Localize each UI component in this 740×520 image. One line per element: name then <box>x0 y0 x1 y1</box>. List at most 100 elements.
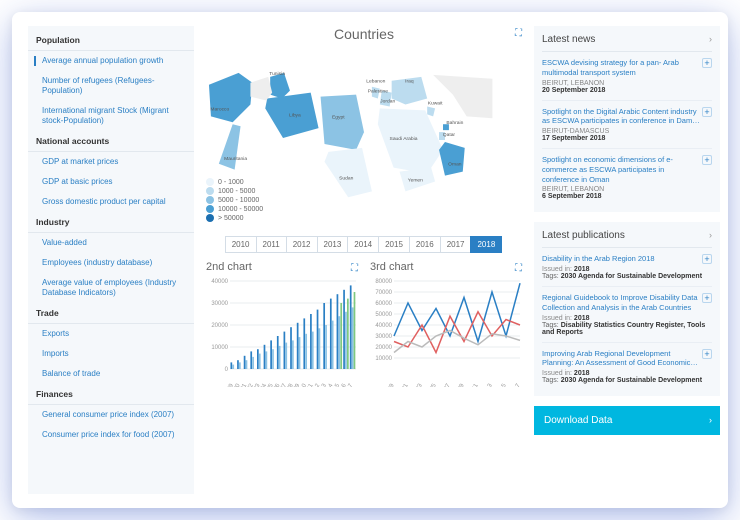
news-link[interactable]: ESCWA devising strategy for a pan- Arab … <box>542 58 712 78</box>
svg-text:60000: 60000 <box>375 301 392 307</box>
sidebar-item[interactable]: Number of refugees (Refugees-Population) <box>28 71 194 101</box>
sidebar-group-header: National accounts <box>28 131 194 152</box>
svg-text:0: 0 <box>225 367 229 373</box>
sidebar-item[interactable]: Average value of employees (Industry Dat… <box>28 273 194 303</box>
legend-label: 1000 - 5000 <box>218 188 255 195</box>
svg-text:Qatar: Qatar <box>443 132 456 138</box>
sidebar-item[interactable]: Value-added <box>28 233 194 253</box>
plus-icon[interactable]: + <box>702 155 712 165</box>
year-button[interactable]: 2012 <box>286 236 318 253</box>
svg-text:40000: 40000 <box>375 323 392 329</box>
svg-text:Yemen: Yemen <box>408 177 423 183</box>
svg-text:70000: 70000 <box>375 290 392 296</box>
expand-icon[interactable]: ⛶ <box>515 263 522 274</box>
svg-text:Kuwait: Kuwait <box>428 100 443 106</box>
svg-text:2015: 2015 <box>496 382 508 387</box>
svg-text:20000: 20000 <box>211 323 228 329</box>
svg-text:30000: 30000 <box>375 334 392 340</box>
chevron-right-icon[interactable]: › <box>709 34 712 44</box>
chevron-right-icon[interactable]: › <box>709 230 712 240</box>
sidebar: PopulationAverage annual population grow… <box>28 26 194 494</box>
plus-icon[interactable]: + <box>702 349 712 359</box>
sidebar-item[interactable]: Consumer price index for food (2007) <box>28 425 194 445</box>
year-button[interactable]: 2017 <box>440 236 472 253</box>
svg-text:2011: 2011 <box>468 382 480 387</box>
news-link[interactable]: Spotlight on economic dimensions of e-co… <box>542 155 712 184</box>
sidebar-item[interactable]: Imports <box>28 344 194 364</box>
publication-item: +Disability in the Arab Region 2018Issue… <box>542 248 712 287</box>
plus-icon[interactable]: + <box>702 293 712 303</box>
svg-text:Oman: Oman <box>448 162 462 168</box>
svg-text:Iraq: Iraq <box>405 79 414 85</box>
pubs-title: Latest publications› <box>542 228 712 248</box>
sidebar-item[interactable]: General consumer price index (2007) <box>28 405 194 425</box>
legend-swatch <box>206 187 214 195</box>
sidebar-group-header: Finances <box>28 384 194 405</box>
sidebar-item[interactable]: Exports <box>28 324 194 344</box>
year-button[interactable]: 2014 <box>347 236 379 253</box>
year-button[interactable]: 2018 <box>470 236 502 253</box>
publication-link[interactable]: Improving Arab Regional Development Plan… <box>542 349 712 369</box>
publication-link[interactable]: Regional Guidebook to Improve Disability… <box>542 293 712 313</box>
svg-text:10000: 10000 <box>375 356 392 362</box>
news-item: +Spotlight on the Digital Arabic Content… <box>542 101 712 150</box>
publications-panel: Latest publications› +Disability in the … <box>534 222 720 396</box>
sidebar-item[interactable]: Gross domestic product per capital <box>28 192 194 212</box>
news-meta: BEIRUT-DAMASCUS17 September 2018 <box>542 128 712 142</box>
sidebar-item[interactable]: GDP at market prices <box>28 152 194 172</box>
sidebar-group-header: Trade <box>28 303 194 324</box>
svg-text:Bahrain: Bahrain <box>446 120 463 126</box>
chart-3-canvas: 1000020000300004000050000600007000080000… <box>370 277 522 387</box>
legend-label: 0 - 1000 <box>218 179 244 186</box>
expand-icon[interactable]: ⛶ <box>515 28 522 39</box>
publication-link[interactable]: Disability in the Arab Region 2018 <box>542 254 712 264</box>
year-selector: 201020112012201320142015201620172018 <box>206 236 522 253</box>
svg-text:20000: 20000 <box>375 345 392 351</box>
sidebar-item[interactable]: GDP at basic prices <box>28 172 194 192</box>
right-column: Latest news› +ESCWA devising strategy fo… <box>534 26 720 494</box>
news-title: Latest news› <box>542 32 712 52</box>
news-item: +Spotlight on economic dimensions of e-c… <box>542 149 712 206</box>
plus-icon[interactable]: + <box>702 254 712 264</box>
plus-icon[interactable]: + <box>702 107 712 117</box>
map-legend: 0 - 1000 1000 - 5000 5000 - 10000 10000 - 5… <box>206 177 263 223</box>
legend-swatch <box>206 196 214 204</box>
chevron-right-icon: › <box>709 415 712 425</box>
svg-text:Lebanon: Lebanon <box>366 79 385 85</box>
svg-text:30000: 30000 <box>211 301 228 307</box>
svg-text:Saudi Arabia: Saudi Arabia <box>390 136 418 142</box>
download-data-button[interactable]: Download Data› <box>534 406 720 435</box>
svg-text:2009: 2009 <box>454 382 466 387</box>
news-panel: Latest news› +ESCWA devising strategy fo… <box>534 26 720 212</box>
year-button[interactable]: 2015 <box>378 236 410 253</box>
sidebar-group-header: Population <box>28 30 194 51</box>
svg-text:2007: 2007 <box>440 382 452 387</box>
legend-label: 5000 - 10000 <box>218 197 259 204</box>
year-button[interactable]: 2010 <box>225 236 257 253</box>
legend-label: 10000 - 50000 <box>218 206 263 213</box>
svg-text:Marocco: Marocco <box>210 106 229 112</box>
sidebar-item[interactable]: Average annual population growth <box>28 51 194 71</box>
expand-icon[interactable]: ⛶ <box>351 263 358 274</box>
legend-swatch <box>206 178 214 186</box>
plus-icon[interactable]: + <box>702 58 712 68</box>
pub-meta: Issued in: 2018Tags: 2030 Agenda for Sus… <box>542 370 712 384</box>
legend-row: 10000 - 50000 <box>206 205 263 213</box>
sidebar-item[interactable]: International migrant Stock (Migrant sto… <box>28 101 194 131</box>
year-button[interactable]: 2011 <box>256 236 287 253</box>
sidebar-item[interactable]: Employees (industry database) <box>28 253 194 273</box>
sidebar-item[interactable]: Balance of trade <box>28 364 194 384</box>
news-meta: BEIRUT, LEBANON6 September 2018 <box>542 186 712 200</box>
svg-text:2003: 2003 <box>412 382 424 387</box>
sidebar-group-header: Industry <box>28 212 194 233</box>
svg-text:40000: 40000 <box>211 279 228 285</box>
map-title: Countries <box>206 26 522 42</box>
year-button[interactable]: 2016 <box>409 236 441 253</box>
year-button[interactable]: 2013 <box>317 236 349 253</box>
publication-item: +Improving Arab Regional Development Pla… <box>542 343 712 391</box>
news-link[interactable]: Spotlight on the Digital Arabic Content … <box>542 107 712 127</box>
svg-text:1999: 1999 <box>384 382 396 387</box>
news-meta: BEIRUT, LEBANON20 September 2018 <box>542 80 712 94</box>
chart-3-title: 3rd chart <box>370 261 522 273</box>
svg-text:Jordan: Jordan <box>380 98 395 104</box>
